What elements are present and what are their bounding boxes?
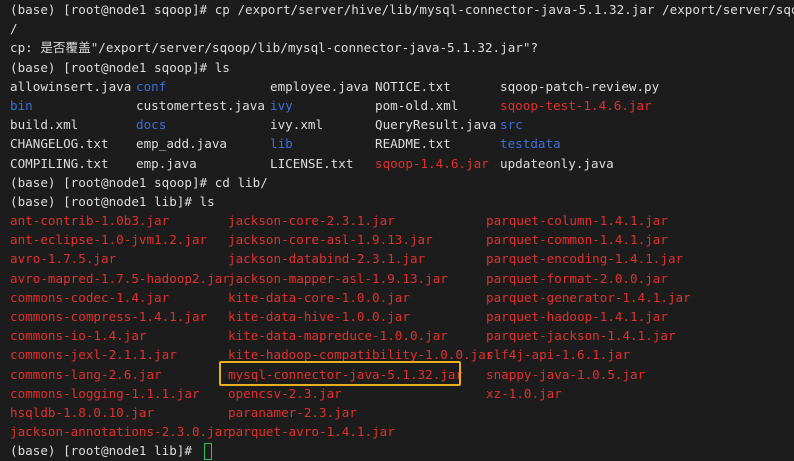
ls-output-row: build.xml docs ivy.xml QueryResult.java src [10,115,794,134]
terminal-window[interactable]: (base) [root@node1 sqoop]# cp /export/se… [0,0,794,461]
file-entry: ant-contrib-1.0b3.jar [10,213,170,229]
file-entry: src [500,117,523,133]
file-entry: commons-codec-1.4.jar [10,289,170,305]
file-entry: emp_add.java [136,136,227,152]
file-entry: allowinsert.java [10,78,132,94]
ls-output-row: commons-compress-1.4.1.jar kite-data-hive… [10,307,794,326]
file-entry: xz-1.0.jar [486,385,562,401]
output-line: (base) [root@node1 lib]# ls [10,192,794,211]
file-entry: lib [270,136,293,152]
ls-output-row: CHANGELOG.txt emp_add.java lib README.txt te… [10,134,794,153]
file-entry: jackson-mapper-asl-1.9.13.jar [228,270,448,286]
file-entry: parquet-format-2.0.0.jar [486,270,668,286]
file-entry: employee.java [270,78,369,94]
file-entry: NOTICE.txt [375,78,451,94]
output-text: (base) [root@node1 sqoop]# cd lib/ [10,174,268,190]
file-entry: ant-eclipse-1.0-jvm1.2.jar [10,232,208,248]
output-text: cp: 是否覆盖"/export/server/sqoop/lib/mysql-… [10,40,539,56]
file-entry: parquet-column-1.4.1.jar [486,213,668,229]
file-entry: CHANGELOG.txt [10,136,109,152]
file-entry: jackson-databind-2.3.1.jar [228,251,426,267]
ls-output-row: ant-contrib-1.0b3.jar jackson-core-2.3.1.… [10,211,794,230]
ls-output-row: jackson-annotations-2.3.0.jar parquet-avr… [10,422,794,441]
ls-output-row: commons-codec-1.4.jar kite-data-core-1.0.… [10,288,794,307]
file-entry: hsqldb-1.8.0.10.jar [10,404,155,420]
output-text: (base) [root@node1 sqoop]# cp /export/se… [10,2,794,17]
file-entry: testdata [500,136,561,152]
ls-output-row: bin customertest.java ivy pom-old.xml sqoop-… [10,96,794,115]
output-line: cp: 是否覆盖"/export/server/sqoop/lib/mysql-… [10,38,794,57]
file-entry: COMPILING.txt [10,155,109,171]
output-text: (base) [root@node1 lib]# ls [10,193,215,209]
ls-output-row: allowinsert.java conf employee.java NOTICE.… [10,77,794,96]
output-line: (base) [root@node1 sqoop]# ls [10,58,794,77]
file-entry: ivy [270,97,293,113]
file-entry: kite-data-mapreduce-1.0.0.jar [228,328,448,344]
file-entry: bin [10,97,33,113]
ls-output-row: avro-1.7.5.jar jackson-databind-2.3.1.jar… [10,249,794,268]
file-entry: customertest.java [136,97,265,113]
file-entry: parquet-avro-1.4.1.jar [228,424,395,440]
ls-output-row: avro-mapred-1.7.5-hadoop2.jar jackson-map… [10,269,794,288]
file-entry: jackson-core-asl-1.9.13.jar [228,232,433,248]
file-entry: snappy-java-1.0.5.jar [486,366,646,382]
prompt-line: (base) [root@node1 lib]# [10,441,794,461]
ls-output-row: hsqldb-1.8.0.10.jar paranamer-2.3.jar [10,403,794,422]
file-entry: emp.java [136,155,197,171]
file-entry: sqoop-test-1.4.6.jar [500,97,652,113]
file-entry: sqoop-patch-review.py [500,78,660,94]
ls-output-row: commons-logging-1.1.1.jar opencsv-2.3.jar… [10,384,794,403]
file-entry: parquet-hadoop-1.4.1.jar [486,309,668,324]
shell-prompt: (base) [root@node1 lib]# [10,443,200,459]
file-entry: parquet-jackson-1.4.1.jar [486,328,676,344]
file-entry: build.xml [10,117,79,133]
file-entry: avro-mapred-1.7.5-hadoop2.jar [10,270,230,286]
ls-output-row: commons-io-1.4.jar kite-data-mapreduce-1.… [10,326,794,345]
file-entry: opencsv-2.3.jar [228,385,342,401]
file-entry: README.txt [375,136,451,152]
file-entry: commons-jexl-2.1.1.jar [10,347,177,363]
output-text: (base) [root@node1 sqoop]# ls [10,59,230,75]
file-entry: parquet-common-1.4.1.jar [486,232,668,248]
file-entry: conf [136,78,167,94]
file-entry: QueryResult.java [375,117,497,133]
file-entry: commons-io-1.4.jar [10,328,147,344]
file-entry: paranamer-2.3.jar [228,404,357,420]
text-cursor[interactable] [203,443,212,461]
file-entry: jackson-core-2.3.1.jar [228,213,395,229]
file-entry: docs [136,117,167,133]
output-text: / [10,21,18,37]
file-entry: parquet-generator-1.4.1.jar [486,289,691,305]
file-entry: sqoop-1.4.6.jar [375,155,489,171]
file-entry: kite-data-hive-1.0.0.jar [228,309,410,324]
file-entry: LICENSE.txt [270,155,354,171]
file-entry: commons-compress-1.4.1.jar [10,309,208,324]
file-entry: kite-data-core-1.0.0.jar [228,289,410,305]
highlight-box [219,361,461,386]
ls-output-row: ant-eclipse-1.0-jvm1.2.jar jackson-core-a… [10,230,794,249]
file-entry: pom-old.xml [375,97,459,113]
file-entry: commons-lang-2.6.jar [10,366,162,382]
file-entry: commons-logging-1.1.1.jar [10,385,200,401]
output-line: (base) [root@node1 sqoop]# cd lib/ [10,173,794,192]
file-entry: updateonly.java [500,155,614,171]
ls-output-row: COMPILING.txt emp.java LICENSE.txt sqoop-1.… [10,154,794,173]
output-line: / [10,19,794,38]
file-entry: parquet-encoding-1.4.1.jar [486,251,684,267]
output-line: (base) [root@node1 sqoop]# cp /export/se… [10,0,794,19]
file-entry: slf4j-api-1.6.1.jar [486,347,631,363]
file-entry: avro-1.7.5.jar [10,251,117,267]
file-entry: jackson-annotations-2.3.0.jar [10,424,230,440]
file-entry: ivy.xml [270,117,324,133]
